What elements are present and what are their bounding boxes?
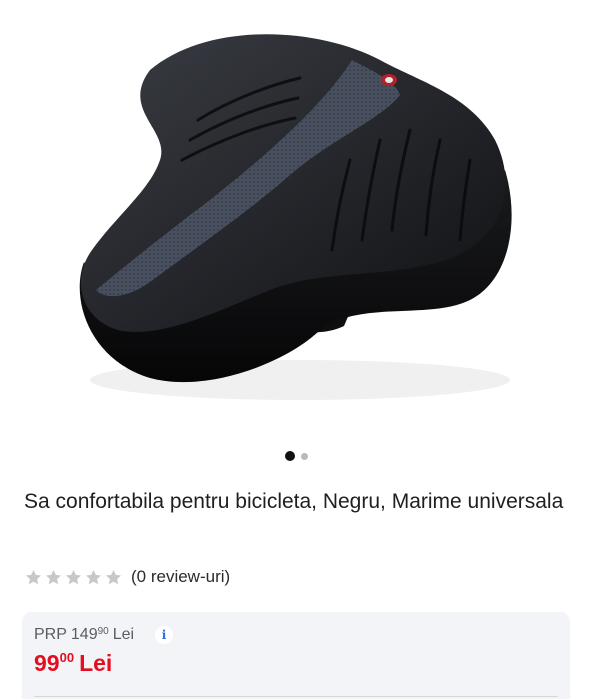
gallery-dot-active[interactable] (284, 451, 295, 461)
star-icon (45, 569, 62, 584)
gallery-dot-inactive[interactable] (300, 452, 308, 460)
product-image[interactable] (0, 0, 592, 440)
product-image-gallery[interactable] (0, 0, 592, 440)
old-price-label: PRP (34, 626, 67, 643)
info-icon[interactable]: i (155, 626, 173, 644)
recommended-price: PRP 149 90 Lei (34, 626, 134, 644)
star-icon (85, 569, 102, 584)
product-title: Sa confortabila pentru bicicleta, Negru,… (24, 490, 564, 513)
new-price-decimals: 00 (59, 650, 75, 665)
old-price-currency: Lei (112, 626, 135, 643)
divider (34, 696, 558, 697)
rating-row[interactable]: (0 review-uri) (24, 566, 230, 588)
old-price-decimals: 90 (97, 626, 109, 637)
star-icon (105, 569, 122, 584)
star-icon (25, 569, 42, 584)
new-price-integer: 99 (34, 650, 60, 676)
review-count-link[interactable]: (0 review-uri) (131, 567, 230, 587)
current-price: 99 00 Lei (34, 650, 112, 676)
star-icon (65, 569, 82, 584)
gallery-pagination (0, 451, 592, 461)
new-price-currency: Lei (79, 650, 113, 676)
rating-stars (24, 568, 123, 587)
old-price-integer: 149 (70, 626, 98, 643)
price-box: PRP 149 90 Lei i 99 00 Lei (22, 612, 570, 699)
